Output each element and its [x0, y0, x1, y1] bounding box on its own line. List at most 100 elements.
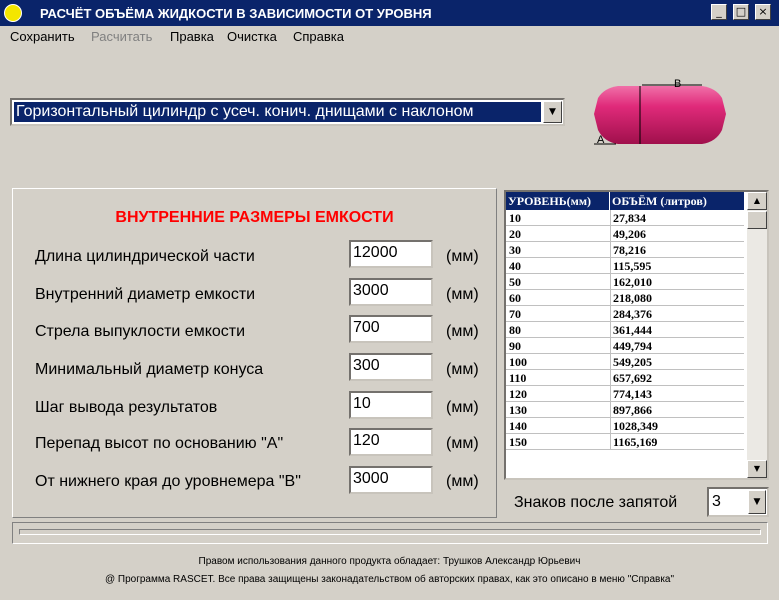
decimals-select[interactable]: 3 ▼ [707, 487, 769, 517]
volume-cell: 1165,169 [613, 435, 658, 449]
table-row[interactable]: 140 1028,349 [506, 418, 744, 434]
menu-save[interactable]: Сохранить [10, 29, 75, 44]
dimension-b-label: B [674, 78, 681, 90]
volume-cell: 218,080 [613, 291, 652, 305]
level-cell: 140 [509, 419, 527, 433]
dimensions-title: ВНУТРЕННИЕ РАЗМЕРЫ ЕМКОСТИ [115, 209, 394, 226]
table-row[interactable]: 30 78,216 [506, 242, 744, 258]
cone-min-diameter-input[interactable]: 300 [349, 353, 433, 381]
step-label: Шаг вывода результатов [35, 399, 218, 416]
dimensions-panel: ВНУТРЕННИЕ РАЗМЕРЫ ЕМКОСТИ Длина цилиндр… [12, 188, 497, 518]
tank-body [594, 86, 726, 144]
level-cell: 40 [509, 259, 521, 273]
volume-cell: 1028,349 [613, 419, 658, 433]
progress-bar [12, 522, 768, 544]
menu-bar: Сохранить Расчитать Правка Очистка Справ… [0, 26, 779, 46]
table-row[interactable]: 90 449,794 [506, 338, 744, 354]
level-cell: 90 [509, 339, 521, 353]
rights-holder-text: Правом использования данного продукта об… [198, 556, 581, 567]
minimize-button[interactable]: _ [711, 4, 727, 20]
level-cell: 70 [509, 307, 521, 321]
dimension-a-label: A [597, 134, 605, 146]
results-table[interactable]: УРОВЕНЬ(мм) ОБЪЁМ (литров) 10 27,834 20 49… [504, 190, 769, 480]
app-icon[interactable] [4, 4, 22, 22]
level-cell: 110 [509, 371, 527, 385]
volume-cell: 27,834 [613, 211, 646, 225]
cyl-length-input[interactable]: 12000 [349, 240, 433, 268]
level-cell: 60 [509, 291, 521, 305]
inner-diameter-unit: (мм) [446, 286, 479, 303]
tank-type-select[interactable]: Горизонтальный цилиндр с усеч. конич. дн… [10, 98, 565, 126]
scroll-down-button[interactable]: ▼ [747, 460, 767, 478]
height-diff-a-input[interactable]: 120 [349, 428, 433, 456]
results-header-level[interactable]: УРОВЕНЬ(мм) [506, 192, 610, 210]
volume-cell: 115,595 [613, 259, 652, 273]
level-cell: 120 [509, 387, 527, 401]
inner-diameter-input[interactable]: 3000 [349, 278, 433, 306]
volume-cell: 162,010 [613, 275, 652, 289]
cone-min-diameter-label: Минимальный диаметр конуса [35, 361, 264, 378]
volume-cell: 549,205 [613, 355, 652, 369]
level-cell: 130 [509, 403, 527, 417]
results-header-volume[interactable]: ОБЪЁМ (литров) [610, 192, 744, 210]
scroll-thumb[interactable] [747, 211, 767, 229]
table-row[interactable]: 110 657,692 [506, 370, 744, 386]
table-row[interactable]: 120 774,143 [506, 386, 744, 402]
level-cell: 20 [509, 227, 521, 241]
progress-track [19, 529, 761, 535]
level-cell: 30 [509, 243, 521, 257]
title-bar: РАСЧЁТ ОБЪЁМА ЖИДКОСТИ В ЗАВИСИМОСТИ ОТ … [0, 0, 779, 26]
tank-type-selected: Горизонтальный цилиндр с усеч. конич. дн… [14, 102, 541, 122]
cyl-length-unit: (мм) [446, 248, 479, 265]
menu-help[interactable]: Справка [293, 29, 344, 44]
table-row[interactable]: 130 897,866 [506, 402, 744, 418]
window-title: РАСЧЁТ ОБЪЁМА ЖИДКОСТИ В ЗАВИСИМОСТИ ОТ … [40, 6, 432, 21]
gauge-height-b-label: От нижнего края до уровнемера "В" [35, 473, 301, 490]
menu-edit[interactable]: Правка [170, 29, 214, 44]
menu-calculate[interactable]: Расчитать [91, 29, 152, 44]
volume-cell: 449,794 [613, 339, 652, 353]
level-cell: 50 [509, 275, 521, 289]
table-row[interactable]: 100 549,205 [506, 354, 744, 370]
step-input[interactable]: 10 [349, 391, 433, 419]
volume-cell: 774,143 [613, 387, 652, 401]
table-row[interactable]: 150 1165,169 [506, 434, 744, 450]
convexity-input[interactable]: 700 [349, 315, 433, 343]
level-cell: 150 [509, 435, 527, 449]
results-scrollbar[interactable]: ▲ ▼ [747, 192, 767, 478]
table-row[interactable]: 60 218,080 [506, 290, 744, 306]
maximize-button[interactable]: □ [733, 4, 749, 20]
volume-cell: 657,692 [613, 371, 652, 385]
cone-min-diameter-unit: (мм) [446, 361, 479, 378]
level-cell: 80 [509, 323, 521, 337]
volume-cell: 78,216 [613, 243, 646, 257]
convexity-unit: (мм) [446, 323, 479, 340]
table-row[interactable]: 40 115,595 [506, 258, 744, 274]
volume-cell: 284,376 [613, 307, 652, 321]
level-cell: 100 [509, 355, 527, 369]
tank-type-dropdown-button[interactable]: ▼ [543, 101, 562, 123]
volume-cell: 361,444 [613, 323, 652, 337]
step-unit: (мм) [446, 399, 479, 416]
table-row[interactable]: 80 361,444 [506, 322, 744, 338]
convexity-label: Стрела выпуклости емкости [35, 323, 246, 340]
close-button[interactable]: × [755, 4, 771, 20]
scroll-up-button[interactable]: ▲ [747, 192, 767, 210]
table-row[interactable]: 20 49,206 [506, 226, 744, 242]
decimals-value: 3 [712, 493, 721, 510]
decimals-dropdown-button[interactable]: ▼ [748, 490, 766, 514]
cyl-length-label: Длина цилиндрической части [35, 248, 255, 265]
menu-clear[interactable]: Очистка [227, 29, 277, 44]
table-row[interactable]: 70 284,376 [506, 306, 744, 322]
level-cell: 10 [509, 211, 521, 225]
tank-diagram: B A [594, 78, 726, 146]
height-diff-a-unit: (мм) [446, 435, 479, 452]
table-row[interactable]: 10 27,834 [506, 210, 744, 226]
decimals-label: Знаков после запятой [514, 494, 678, 511]
volume-cell: 49,206 [613, 227, 646, 241]
inner-diameter-label: Внутренний диаметр емкости [35, 286, 256, 303]
table-row[interactable]: 50 162,010 [506, 274, 744, 290]
volume-cell: 897,866 [613, 403, 652, 417]
height-diff-a-label: Перепад высот по основанию "А" [35, 435, 284, 452]
gauge-height-b-input[interactable]: 3000 [349, 466, 433, 494]
